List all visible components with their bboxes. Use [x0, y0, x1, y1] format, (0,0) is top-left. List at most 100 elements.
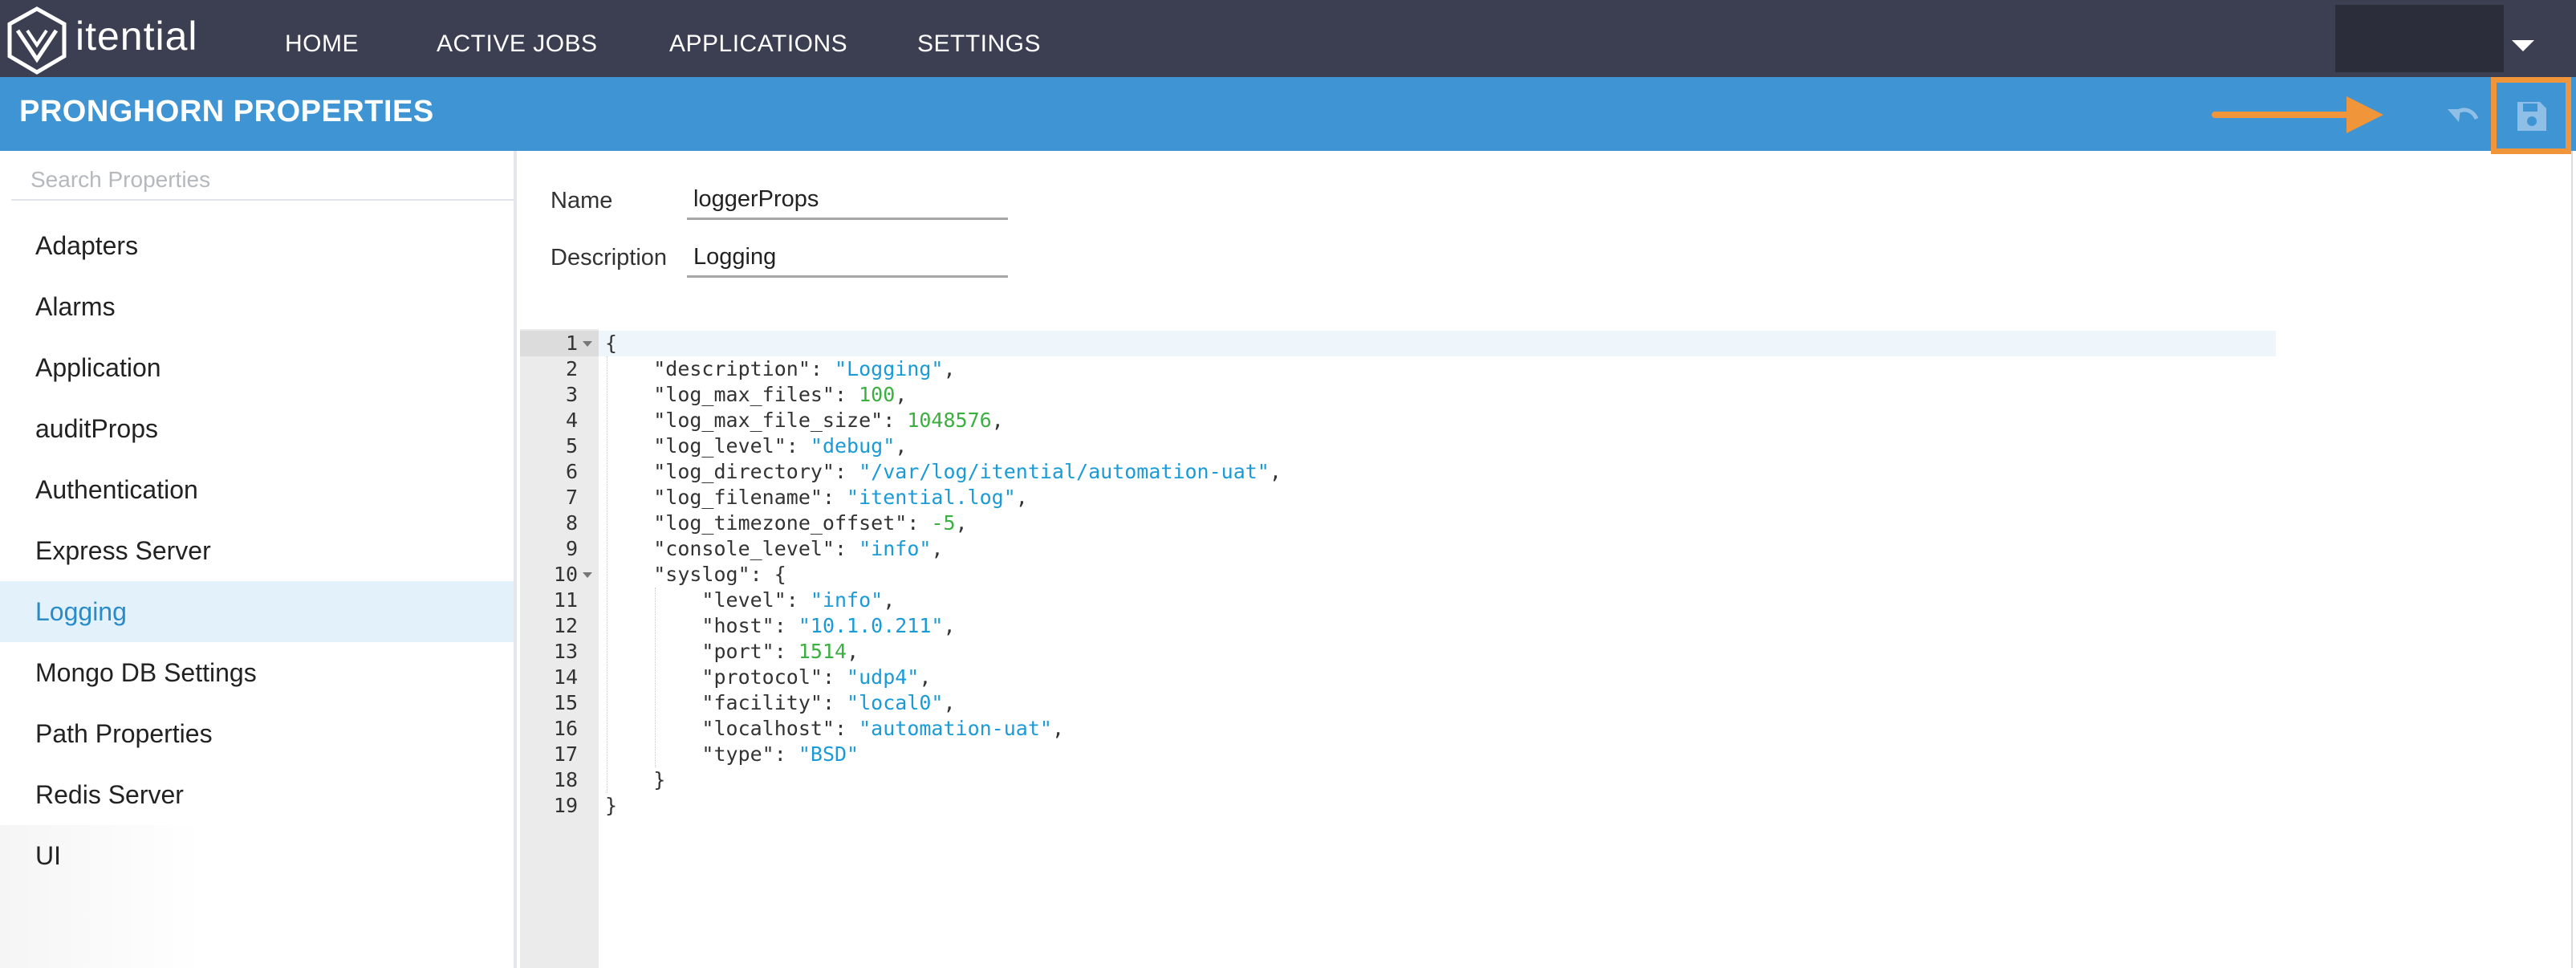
- save-button[interactable]: [2491, 77, 2571, 154]
- sidebar-item-adapters[interactable]: Adapters: [0, 215, 514, 276]
- line-number: 13: [553, 640, 578, 663]
- line-number: 6: [565, 460, 578, 483]
- code-text: "log_level": "debug",: [605, 433, 907, 459]
- punctuation-token: ,: [1015, 486, 1028, 509]
- code-text: "localhost": "automation-uat",: [605, 716, 1064, 742]
- itential-logo-icon[interactable]: [6, 6, 67, 75]
- sidebar-item-express-server[interactable]: Express Server: [0, 520, 514, 581]
- top-navigation: itential HOME ACTIVE JOBS APPLICATIONS S…: [0, 0, 2576, 77]
- key-token: "log_filename": [653, 486, 823, 509]
- string-token: "automation-uat": [859, 717, 1052, 740]
- punctuation-token: :: [822, 691, 847, 714]
- sidebar-item-path-properties[interactable]: Path Properties: [0, 703, 514, 764]
- code-text: "type": "BSD": [605, 742, 859, 767]
- string-token: "local0": [847, 691, 944, 714]
- code-line[interactable]: 10 "syslog": {: [520, 562, 2446, 588]
- code-line[interactable]: 9 "console_level": "info",: [520, 536, 2446, 562]
- save-icon: [2517, 102, 2546, 131]
- number-token: 1514: [798, 640, 847, 663]
- code-line[interactable]: 15 "facility": "local0",: [520, 690, 2446, 716]
- code-line[interactable]: 7 "log_filename": "itential.log",: [520, 485, 2446, 510]
- code-line[interactable]: 17 "type": "BSD": [520, 742, 2446, 767]
- brand-name[interactable]: itential: [75, 13, 198, 59]
- line-number: 4: [565, 409, 578, 432]
- name-field[interactable]: [687, 181, 1008, 220]
- line-number: 16: [553, 717, 578, 740]
- code-line[interactable]: 6 "log_directory": "/var/log/itential/au…: [520, 459, 2446, 485]
- key-token: "localhost": [701, 717, 835, 740]
- properties-list: Adapters Alarms Application auditProps A…: [0, 215, 514, 886]
- json-editor[interactable]: 1{2 "description": "Logging", 3 "log_max_…: [520, 329, 2576, 968]
- key-token: "console_level": [653, 537, 835, 560]
- code-text: "log_filename": "itential.log",: [605, 485, 1028, 510]
- punctuation-token: ,: [955, 511, 968, 535]
- key-token: "log_level": [653, 434, 786, 458]
- punctuation-token: ,: [943, 357, 956, 380]
- fold-toggle-icon[interactable]: [583, 341, 592, 347]
- punctuation-token: ,: [847, 640, 859, 663]
- code-line[interactable]: 3 "log_max_files": 100,: [520, 382, 2446, 408]
- line-number: 15: [553, 691, 578, 714]
- code-line[interactable]: 12 "host": "10.1.0.211",: [520, 613, 2446, 639]
- fold-toggle-icon[interactable]: [583, 572, 592, 578]
- key-token: "log_directory": [653, 460, 835, 483]
- code-line[interactable]: 13 "port": 1514,: [520, 639, 2446, 665]
- code-text: "facility": "local0",: [605, 690, 955, 716]
- key-token: "level": [701, 588, 786, 612]
- sidebar-item-logging[interactable]: Logging: [0, 581, 514, 642]
- line-number: 19: [553, 794, 578, 817]
- punctuation-token: :: [774, 742, 798, 766]
- code-line[interactable]: 14 "protocol": "udp4",: [520, 665, 2446, 690]
- description-field[interactable]: [687, 239, 1008, 278]
- code-text: "protocol": "udp4",: [605, 665, 931, 690]
- punctuation-token: :: [786, 588, 811, 612]
- sidebar-item-mongo-db-settings[interactable]: Mongo DB Settings: [0, 642, 514, 703]
- code-text: "level": "info",: [605, 588, 895, 613]
- key-token: "type": [701, 742, 774, 766]
- search-properties-input[interactable]: [11, 161, 514, 201]
- string-token: "udp4": [847, 665, 920, 689]
- sidebar-item-redis-server[interactable]: Redis Server: [0, 764, 514, 825]
- code-line[interactable]: 2 "description": "Logging",: [520, 356, 2446, 382]
- string-token: "debug": [810, 434, 896, 458]
- nav-applications[interactable]: APPLICATIONS: [669, 31, 847, 58]
- code-text: "host": "10.1.0.211",: [605, 613, 955, 639]
- code-line[interactable]: 8 "log_timezone_offset": -5,: [520, 510, 2446, 536]
- code-line[interactable]: 1{: [520, 331, 2446, 356]
- string-token: "itential.log": [847, 486, 1016, 509]
- punctuation-token: ,: [1051, 717, 1064, 740]
- key-token: "log_timezone_offset": [653, 511, 908, 535]
- sidebar-item-auditprops[interactable]: auditProps: [0, 398, 514, 459]
- user-menu[interactable]: [2335, 5, 2504, 72]
- undo-icon[interactable]: [2444, 98, 2485, 138]
- key-token: "port": [701, 640, 774, 663]
- nav-settings[interactable]: SETTINGS: [917, 31, 1041, 58]
- code-text: "log_directory": "/var/log/itential/auto…: [605, 459, 1282, 485]
- string-token: "Logging": [835, 357, 944, 380]
- string-token: "info": [810, 588, 884, 612]
- line-number: 9: [565, 537, 578, 560]
- code-line[interactable]: 16 "localhost": "automation-uat",: [520, 716, 2446, 742]
- code-line[interactable]: 4 "log_max_file_size": 1048576,: [520, 408, 2446, 433]
- punctuation-token: :: [835, 383, 859, 406]
- code-line[interactable]: 11 "level": "info",: [520, 588, 2446, 613]
- nav-active-jobs[interactable]: ACTIVE JOBS: [437, 31, 598, 58]
- punctuation-token: :: [774, 614, 798, 637]
- sidebar-item-alarms[interactable]: Alarms: [0, 276, 514, 337]
- key-token: "host": [701, 614, 774, 637]
- chevron-down-icon[interactable]: [2512, 40, 2534, 51]
- code-text: }: [605, 793, 617, 819]
- line-number: 8: [565, 511, 578, 535]
- line-number: 14: [553, 665, 578, 689]
- sidebar-item-authentication[interactable]: Authentication: [0, 459, 514, 520]
- sidebar-item-ui[interactable]: UI: [0, 825, 514, 886]
- line-number: 1: [565, 331, 578, 355]
- line-number: 2: [565, 357, 578, 380]
- nav-home[interactable]: HOME: [285, 31, 359, 58]
- sidebar-item-application[interactable]: Application: [0, 337, 514, 398]
- code-line[interactable]: 5 "log_level": "debug",: [520, 433, 2446, 459]
- number-token: 100: [859, 383, 896, 406]
- line-number: 12: [553, 614, 578, 637]
- code-line[interactable]: 19}: [520, 793, 2446, 819]
- code-line[interactable]: 18 }: [520, 767, 2446, 793]
